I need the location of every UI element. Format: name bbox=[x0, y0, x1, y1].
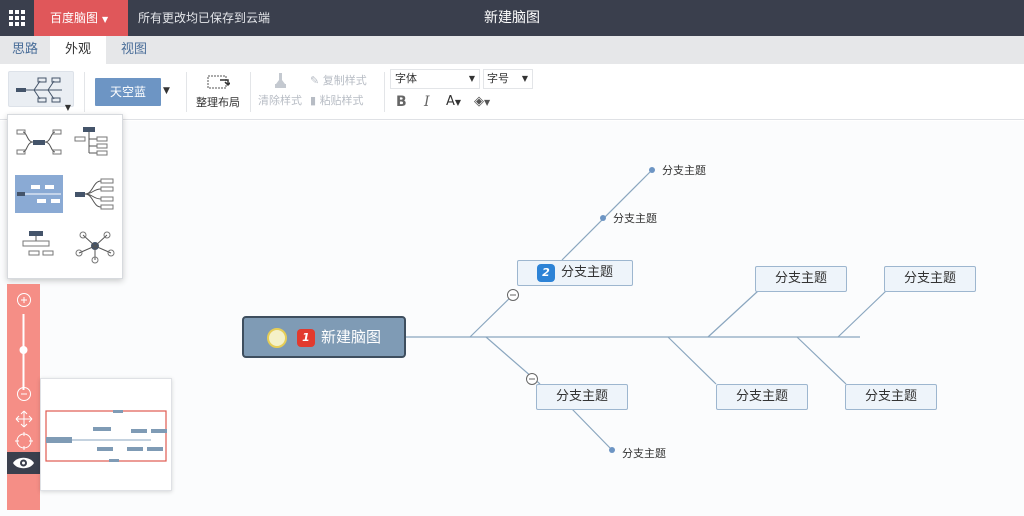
zoom-in-button[interactable] bbox=[7, 292, 40, 311]
branch-node[interactable]: 分支主题 bbox=[845, 384, 937, 410]
root-node[interactable]: 1 新建脑图 bbox=[242, 316, 406, 358]
zoom-slider[interactable] bbox=[7, 312, 40, 392]
leaf-dot bbox=[600, 215, 606, 221]
zoom-navigator bbox=[7, 284, 40, 510]
mindmap-layout-icon bbox=[16, 129, 62, 155]
layout-option-mindmap[interactable] bbox=[15, 123, 63, 161]
leaf-dot bbox=[649, 167, 655, 173]
zoom-slider-track bbox=[19, 314, 28, 390]
main-topic-label: 分支主题 bbox=[560, 265, 613, 280]
layout-option-tree-right[interactable] bbox=[71, 175, 119, 213]
filetree-layout-icon bbox=[22, 231, 54, 256]
tree-right-layout-icon bbox=[75, 178, 114, 210]
layout-option-org-tree[interactable] bbox=[71, 123, 119, 161]
pan-button[interactable] bbox=[7, 410, 40, 431]
layout-option-radial[interactable] bbox=[71, 227, 119, 265]
zoom-out-icon bbox=[16, 387, 31, 401]
branch-node[interactable]: 分支主题 bbox=[755, 266, 847, 292]
branch-node[interactable]: 分支主题 bbox=[536, 384, 628, 410]
zoom-out-button[interactable] bbox=[7, 386, 40, 405]
root-node-label: 新建脑图 bbox=[320, 328, 381, 346]
collapse-toggle-icon[interactable] bbox=[526, 373, 538, 385]
collapse-toggle-icon[interactable] bbox=[507, 289, 519, 301]
progress-icon bbox=[266, 327, 287, 348]
branch-node[interactable]: 分支主题 bbox=[884, 266, 976, 292]
minimap[interactable] bbox=[40, 378, 172, 491]
move-icon bbox=[15, 410, 32, 428]
org-tree-layout-icon bbox=[74, 127, 108, 156]
layout-option-fishbone[interactable] bbox=[15, 175, 63, 213]
minimap-preview bbox=[45, 410, 167, 462]
priority-badge: 2 bbox=[536, 263, 555, 282]
target-icon bbox=[14, 432, 33, 450]
locate-root-button[interactable] bbox=[7, 432, 40, 453]
leaf-node[interactable]: 分支主题 bbox=[622, 445, 666, 461]
leaf-node[interactable]: 分支主题 bbox=[613, 210, 657, 226]
toggle-navigator-button[interactable] bbox=[7, 452, 40, 474]
leaf-node[interactable]: 分支主题 bbox=[662, 162, 706, 178]
layout-option-filetree[interactable] bbox=[15, 227, 63, 265]
radial-layout-icon bbox=[75, 231, 115, 264]
fishbone-layout-icon bbox=[17, 185, 61, 203]
leaf-dot bbox=[609, 447, 615, 453]
main-topic-node[interactable]: 2 分支主题 bbox=[517, 260, 633, 286]
layout-dropdown bbox=[7, 114, 123, 279]
eye-icon bbox=[13, 457, 34, 469]
priority-badge: 1 bbox=[296, 328, 315, 347]
zoom-in-icon bbox=[16, 293, 31, 307]
branch-node[interactable]: 分支主题 bbox=[716, 384, 808, 410]
